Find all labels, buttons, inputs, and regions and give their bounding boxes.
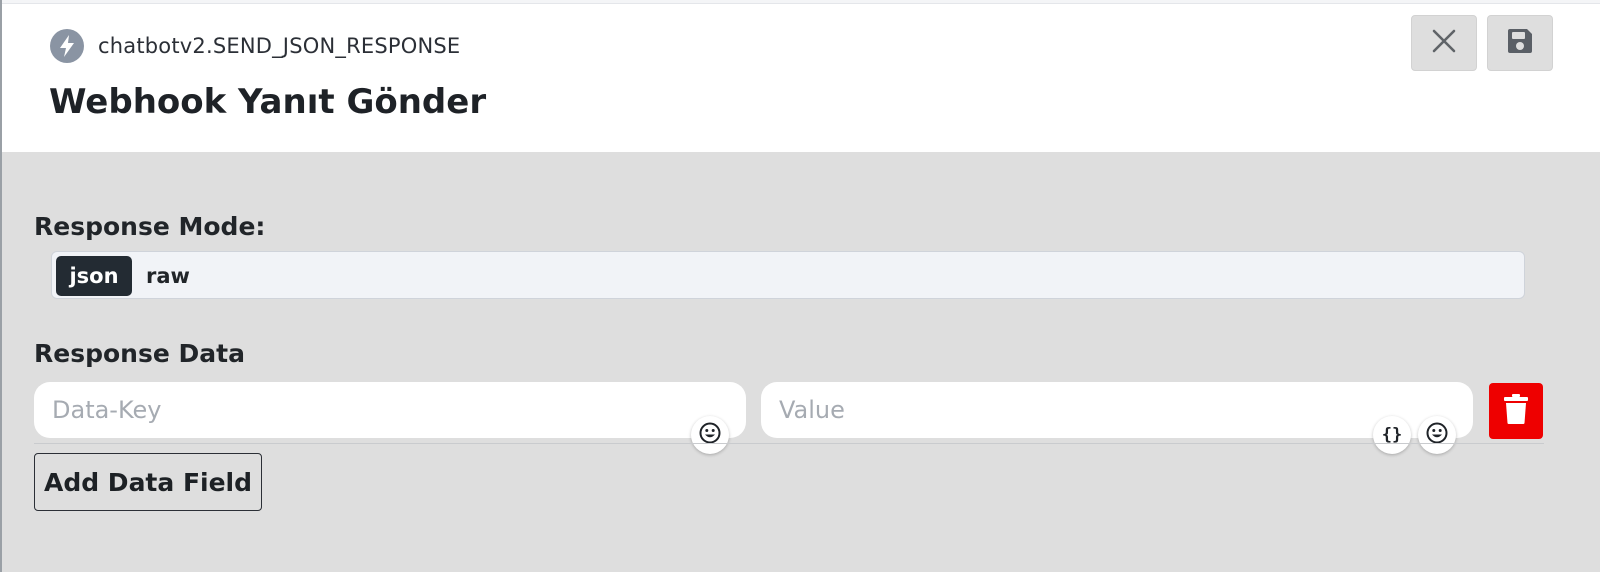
- braces-icon: {}: [1381, 425, 1403, 445]
- mode-option-json[interactable]: json: [56, 256, 132, 296]
- data-key-input[interactable]: [34, 382, 746, 438]
- modal-title: Webhook Yanıt Gönder: [49, 82, 487, 122]
- function-name: chatbotv2.SEND_JSON_RESPONSE: [98, 34, 461, 58]
- mode-option-raw[interactable]: raw: [146, 256, 190, 296]
- close-icon: [1431, 28, 1457, 59]
- bolt-icon: [50, 29, 84, 63]
- function-id-row: chatbotv2.SEND_JSON_RESPONSE: [50, 28, 460, 64]
- row-divider: [34, 443, 1544, 444]
- response-mode-toggle: json raw: [51, 251, 1525, 299]
- smiley-icon: [1425, 421, 1449, 450]
- key-emoji-button[interactable]: [691, 416, 729, 454]
- delete-row-button[interactable]: [1489, 383, 1543, 439]
- response-data-label: Response Data: [34, 339, 245, 368]
- response-mode-label: Response Mode:: [34, 212, 266, 241]
- json-braces-button[interactable]: {}: [1373, 416, 1411, 454]
- value-emoji-button[interactable]: [1418, 416, 1456, 454]
- close-button[interactable]: [1411, 15, 1477, 71]
- function-editor-modal: chatbotv2.SEND_JSON_RESPONSE Webhook Yan…: [2, 4, 1600, 572]
- data-value-input[interactable]: [761, 382, 1473, 438]
- modal-body: Response Mode: json raw Response Data {}: [2, 152, 1600, 572]
- floppy-disk-icon: [1505, 26, 1535, 61]
- trash-icon: [1503, 393, 1529, 430]
- save-button[interactable]: [1487, 15, 1553, 71]
- smiley-icon: [698, 421, 722, 450]
- add-data-field-button[interactable]: Add Data Field: [34, 453, 262, 511]
- modal-header: chatbotv2.SEND_JSON_RESPONSE Webhook Yan…: [2, 4, 1600, 152]
